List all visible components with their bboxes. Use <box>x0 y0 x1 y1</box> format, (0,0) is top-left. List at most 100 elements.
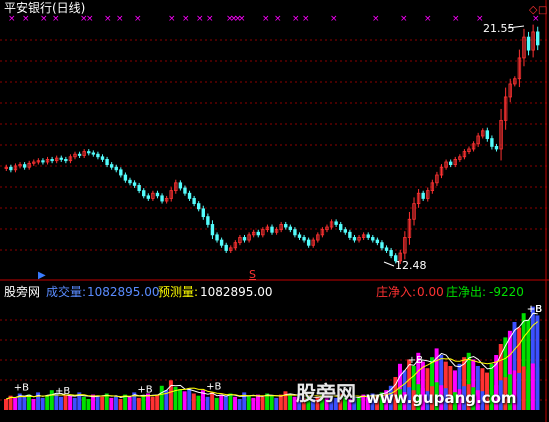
cross-marker: × <box>262 14 270 24</box>
price-candle <box>50 159 54 162</box>
price-candle <box>77 153 82 156</box>
volume-bar <box>246 395 251 410</box>
chart-canvas[interactable]: × × × × ×× × × × × × × × ×××× × × × × × × × × × × ×◇ □▶+B +B +B +B+… <box>0 0 549 422</box>
price-candle <box>9 166 13 171</box>
cross-marker: × <box>238 14 246 24</box>
price-candle <box>490 138 494 147</box>
cross-marker: × <box>134 14 142 24</box>
price-candle <box>100 156 105 160</box>
price-candle <box>155 192 160 197</box>
volume-value: 1082895.00 <box>87 285 160 299</box>
volume-bar <box>136 397 141 410</box>
price-candle <box>137 185 141 192</box>
price-candle <box>132 182 137 186</box>
inflow-value: 0.00 <box>417 285 444 299</box>
price-candle <box>206 216 210 225</box>
price-candle <box>224 244 228 251</box>
volume-bar <box>81 396 86 410</box>
volume-bar <box>187 388 192 410</box>
volume-bar <box>40 397 45 410</box>
price-candle <box>384 247 389 251</box>
volume-bar <box>214 397 219 410</box>
price-candle <box>128 179 132 184</box>
price-candle <box>146 195 151 199</box>
price-candle <box>109 164 114 168</box>
watermark-logo: 股旁网 <box>296 381 356 405</box>
volume-bar <box>288 395 293 410</box>
high-price-label: 21.55 <box>483 22 515 35</box>
volume-bar <box>95 395 100 410</box>
cross-marker: × <box>452 14 460 24</box>
volume-bar <box>13 397 18 410</box>
volume-bar <box>49 390 54 410</box>
volume-bar <box>274 397 279 410</box>
volume-bar <box>155 394 160 410</box>
price-candle <box>142 190 146 197</box>
square-marker: □ <box>538 5 547 16</box>
price-candle <box>187 192 192 199</box>
price-candle <box>256 231 260 236</box>
low-price-label: 12.48 <box>395 259 427 272</box>
price-candle <box>192 198 196 205</box>
price-candle <box>494 145 499 150</box>
price-candle <box>114 166 118 171</box>
cross-marker: × <box>22 14 30 24</box>
outflow-value: -9220 <box>489 285 524 299</box>
price-candle <box>306 239 311 246</box>
price-candle <box>375 239 380 244</box>
cross-marker: × <box>182 14 190 24</box>
price-candle <box>536 31 540 46</box>
price-candle <box>197 203 201 210</box>
volume-bar <box>233 396 238 410</box>
price-candle <box>366 234 370 238</box>
price-candle <box>215 234 219 241</box>
price-candle <box>302 237 306 241</box>
volume-bar <box>269 395 274 410</box>
price-candle <box>485 130 490 139</box>
price-candle <box>293 229 297 236</box>
volume-bar <box>63 394 68 410</box>
price-candle <box>389 250 393 257</box>
inflow-label: 庄净入: <box>376 285 417 299</box>
price-candle <box>87 151 91 154</box>
price-candle <box>448 161 453 166</box>
volume-bar <box>228 393 233 410</box>
price-candle <box>183 187 187 194</box>
volume-label: 成交量: <box>46 285 87 299</box>
cross-marker: × <box>302 14 310 24</box>
volume-bar <box>182 391 187 410</box>
price-candle <box>178 182 183 189</box>
volume-bar <box>159 385 164 410</box>
price-candle <box>270 226 274 233</box>
price-candle <box>119 169 123 176</box>
volume-bar <box>58 396 63 410</box>
cross-marker: × <box>196 14 204 24</box>
price-candle <box>380 242 384 249</box>
volume-bar <box>168 380 173 410</box>
volume-bar <box>223 395 228 410</box>
price-candle <box>352 237 357 241</box>
volume-bar <box>210 392 215 410</box>
forecast-label: 预测量: <box>158 285 199 299</box>
cross-marker: × <box>8 14 16 24</box>
price-candle <box>371 237 375 241</box>
volume-bar <box>45 395 50 410</box>
sell-signal-marker: S <box>249 268 256 281</box>
volume-bar <box>100 396 105 410</box>
price-candle <box>123 174 128 181</box>
inflow-bar <box>526 369 531 410</box>
volume-bar <box>260 396 265 410</box>
price-candle <box>201 208 205 218</box>
cross-marker: × <box>274 14 282 24</box>
volume-bar <box>4 399 8 410</box>
cross-marker: × <box>330 14 338 24</box>
cross-marker: × <box>206 14 214 24</box>
volume-bar <box>72 397 77 410</box>
price-candle <box>284 224 288 228</box>
buy-signal-label: +B <box>408 355 423 366</box>
buy-signal-label: +B <box>14 383 29 394</box>
cross-marker: × <box>400 14 408 24</box>
buy-signal-label: +B <box>137 385 152 396</box>
cross-marker: × <box>40 14 48 24</box>
price-candle <box>64 159 68 162</box>
